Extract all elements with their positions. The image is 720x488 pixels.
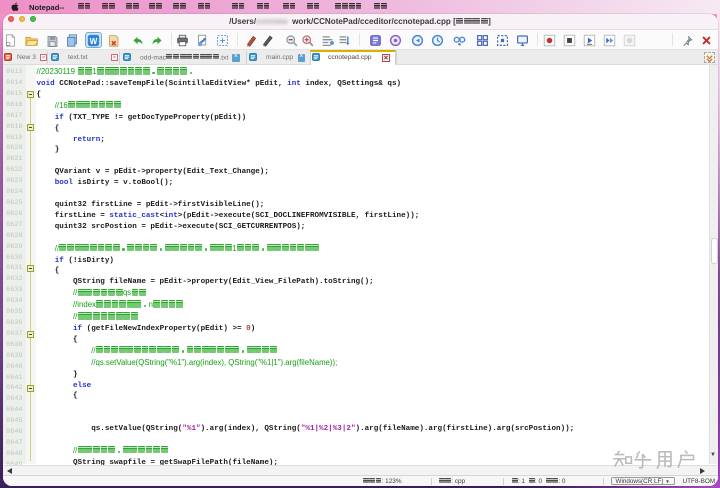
svg-text:W: W (89, 37, 97, 46)
